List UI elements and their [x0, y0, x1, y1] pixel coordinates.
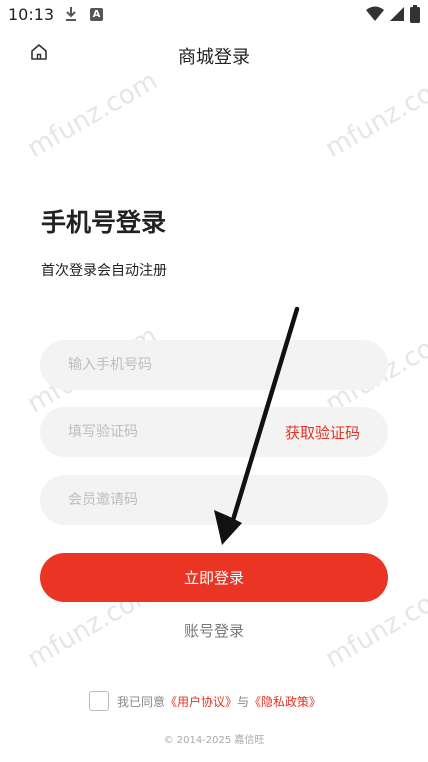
privacy-policy-link[interactable]: 《隐私政策》 [249, 693, 321, 710]
wifi-icon [366, 6, 384, 21]
title-bar: 商城登录 [0, 30, 428, 78]
login-button[interactable]: 立即登录 [40, 553, 388, 602]
login-subheading: 首次登录会自动注册 [41, 263, 167, 279]
phone-input[interactable] [40, 340, 388, 390]
page-title: 商城登录 [178, 47, 250, 68]
status-time: 10:13 [8, 5, 55, 24]
watermark: mfunz.com [22, 65, 163, 165]
account-login-link[interactable]: 账号登录 [0, 620, 428, 641]
signal-icon [390, 7, 404, 21]
status-bar: 10:13 A [0, 0, 428, 30]
agree-joiner: 与 [237, 694, 250, 709]
watermark: mfunz.com [320, 65, 428, 165]
login-heading: 手机号登录 [41, 208, 167, 237]
code-field-group: 获取验证码 [40, 407, 388, 457]
get-code-button[interactable]: 获取验证码 [285, 422, 360, 443]
battery-icon [410, 5, 420, 23]
agree-checkbox[interactable] [89, 691, 109, 711]
copyright: © 2014-2025 嘉信旺 [163, 735, 265, 746]
invite-code-input[interactable] [40, 475, 388, 525]
a-icon: A [90, 8, 103, 21]
user-agreement-link[interactable]: 《用户协议》 [165, 693, 237, 710]
agreement-row: 我已同意 《用户协议》 与 《隐私政策》 [89, 690, 321, 712]
agree-prefix: 我已同意 [117, 694, 166, 709]
download-icon [66, 7, 76, 21]
